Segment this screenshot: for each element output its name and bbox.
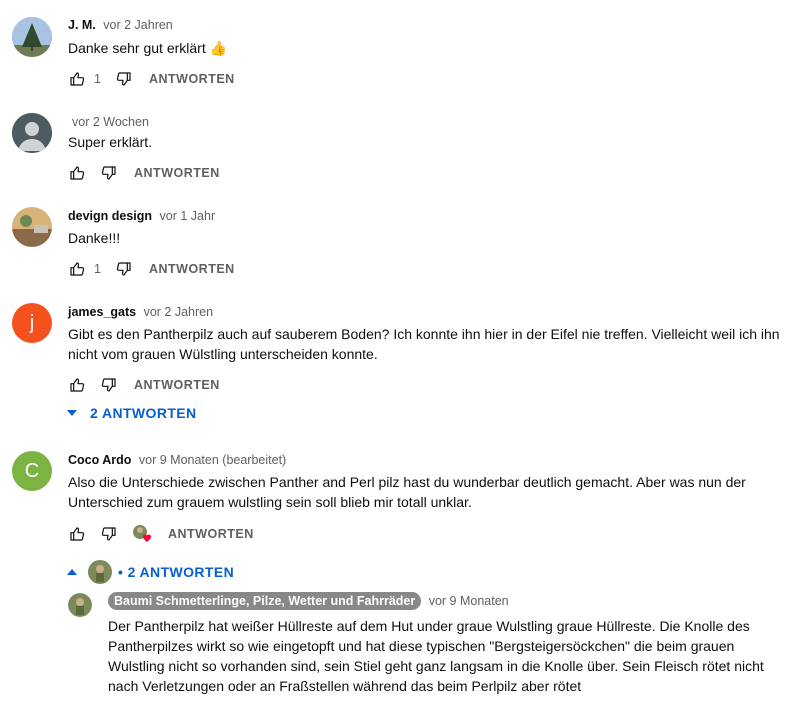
timestamp[interactable]: vor 9 Monaten <box>429 594 509 608</box>
chevron-down-icon <box>67 410 77 416</box>
timestamp[interactable]: vor 1 Jahr <box>160 209 216 223</box>
avatar[interactable] <box>12 113 52 153</box>
like-icon[interactable] <box>68 70 86 88</box>
author-name[interactable]: devign design <box>68 209 152 223</box>
author-name[interactable]: J. M. <box>68 18 96 32</box>
creator-heart-badge <box>132 524 152 544</box>
like-count: 1 <box>94 262 101 276</box>
avatar[interactable] <box>12 17 52 57</box>
author-name[interactable]: james_gats <box>68 305 136 319</box>
avatar[interactable] <box>68 593 92 617</box>
author-name[interactable]: Coco Ardo <box>68 453 131 467</box>
replies-toggle[interactable]: 2 ANTWORTEN <box>66 405 197 421</box>
timestamp[interactable]: vor 2 Jahren <box>103 18 172 32</box>
creator-avatar-icon <box>133 525 152 542</box>
comment-header: J. M. vor 2 Jahren <box>68 18 173 32</box>
like-icon[interactable] <box>68 260 86 278</box>
comment-actions: ANTWORTEN <box>68 163 220 183</box>
chevron-up-icon <box>67 569 77 575</box>
comment-header: Baumi Schmetterlinge, Pilze, Wetter und … <box>108 592 509 610</box>
avatar-letter: C <box>24 459 40 482</box>
reply-button[interactable]: ANTWORTEN <box>134 378 220 392</box>
tree-avatar-icon <box>12 17 52 57</box>
dislike-icon[interactable] <box>100 376 118 394</box>
comment-actions: ANTWORTEN <box>68 375 220 395</box>
comment-header: devign design vor 1 Jahr <box>68 209 215 223</box>
avatar[interactable]: j <box>12 303 52 343</box>
comment-text: Der Pantherpilz hat weißer Hüllreste auf… <box>108 618 764 694</box>
comment-text: Also die Unterschiede zwischen Panther a… <box>68 474 746 510</box>
timestamp[interactable]: vor 2 Wochen <box>72 115 149 129</box>
default-avatar-icon <box>12 113 52 153</box>
like-icon[interactable] <box>68 164 86 182</box>
avatar[interactable] <box>12 207 52 247</box>
like-count: 1 <box>94 72 101 86</box>
replies-toggle-label: 2 ANTWORTEN <box>90 405 197 421</box>
comment-text: Danke!!! <box>68 230 121 246</box>
timestamp[interactable]: vor 9 Monaten (bearbeitet) <box>139 453 286 467</box>
like-icon[interactable] <box>68 525 86 543</box>
timestamp[interactable]: vor 2 Jahren <box>144 305 213 319</box>
comment-header: Coco Ardo vor 9 Monaten (bearbeitet) <box>68 453 286 467</box>
avatar-letter: j <box>29 311 35 334</box>
creator-author-chip[interactable]: Baumi Schmetterlinge, Pilze, Wetter und … <box>108 592 422 610</box>
like-icon[interactable] <box>68 376 86 394</box>
avatar[interactable]: C <box>12 451 52 491</box>
comment-actions: 1 ANTWORTEN <box>68 259 235 279</box>
creator-avatar-icon <box>68 593 92 617</box>
reply-button[interactable]: ANTWORTEN <box>134 166 220 180</box>
dislike-icon[interactable] <box>115 70 133 88</box>
comment-text: Super erklärt. <box>68 134 153 150</box>
dislike-icon[interactable] <box>100 164 118 182</box>
landscape-avatar-icon <box>12 207 52 247</box>
creator-avatar-icon <box>88 560 112 584</box>
comment-text: Gibt es den Pantherpilz auch auf saubere… <box>68 326 780 362</box>
reply-button[interactable]: ANTWORTEN <box>168 527 254 541</box>
comment-header: vor 2 Wochen <box>68 115 149 129</box>
dislike-icon[interactable] <box>100 525 118 543</box>
reply-button[interactable]: ANTWORTEN <box>149 72 235 86</box>
dislike-icon[interactable] <box>115 260 133 278</box>
replies-toggle-label: • 2 ANTWORTEN <box>118 564 235 580</box>
comment-text: Danke sehr gut erklärt 👍 <box>68 40 228 56</box>
comment-actions: 1 ANTWORTEN <box>68 69 235 89</box>
comment-header: james_gats vor 2 Jahren <box>68 305 213 319</box>
replies-toggle[interactable]: • 2 ANTWORTEN <box>66 560 234 584</box>
comment-actions: ANTWORTEN <box>68 524 254 544</box>
reply-button[interactable]: ANTWORTEN <box>149 262 235 276</box>
